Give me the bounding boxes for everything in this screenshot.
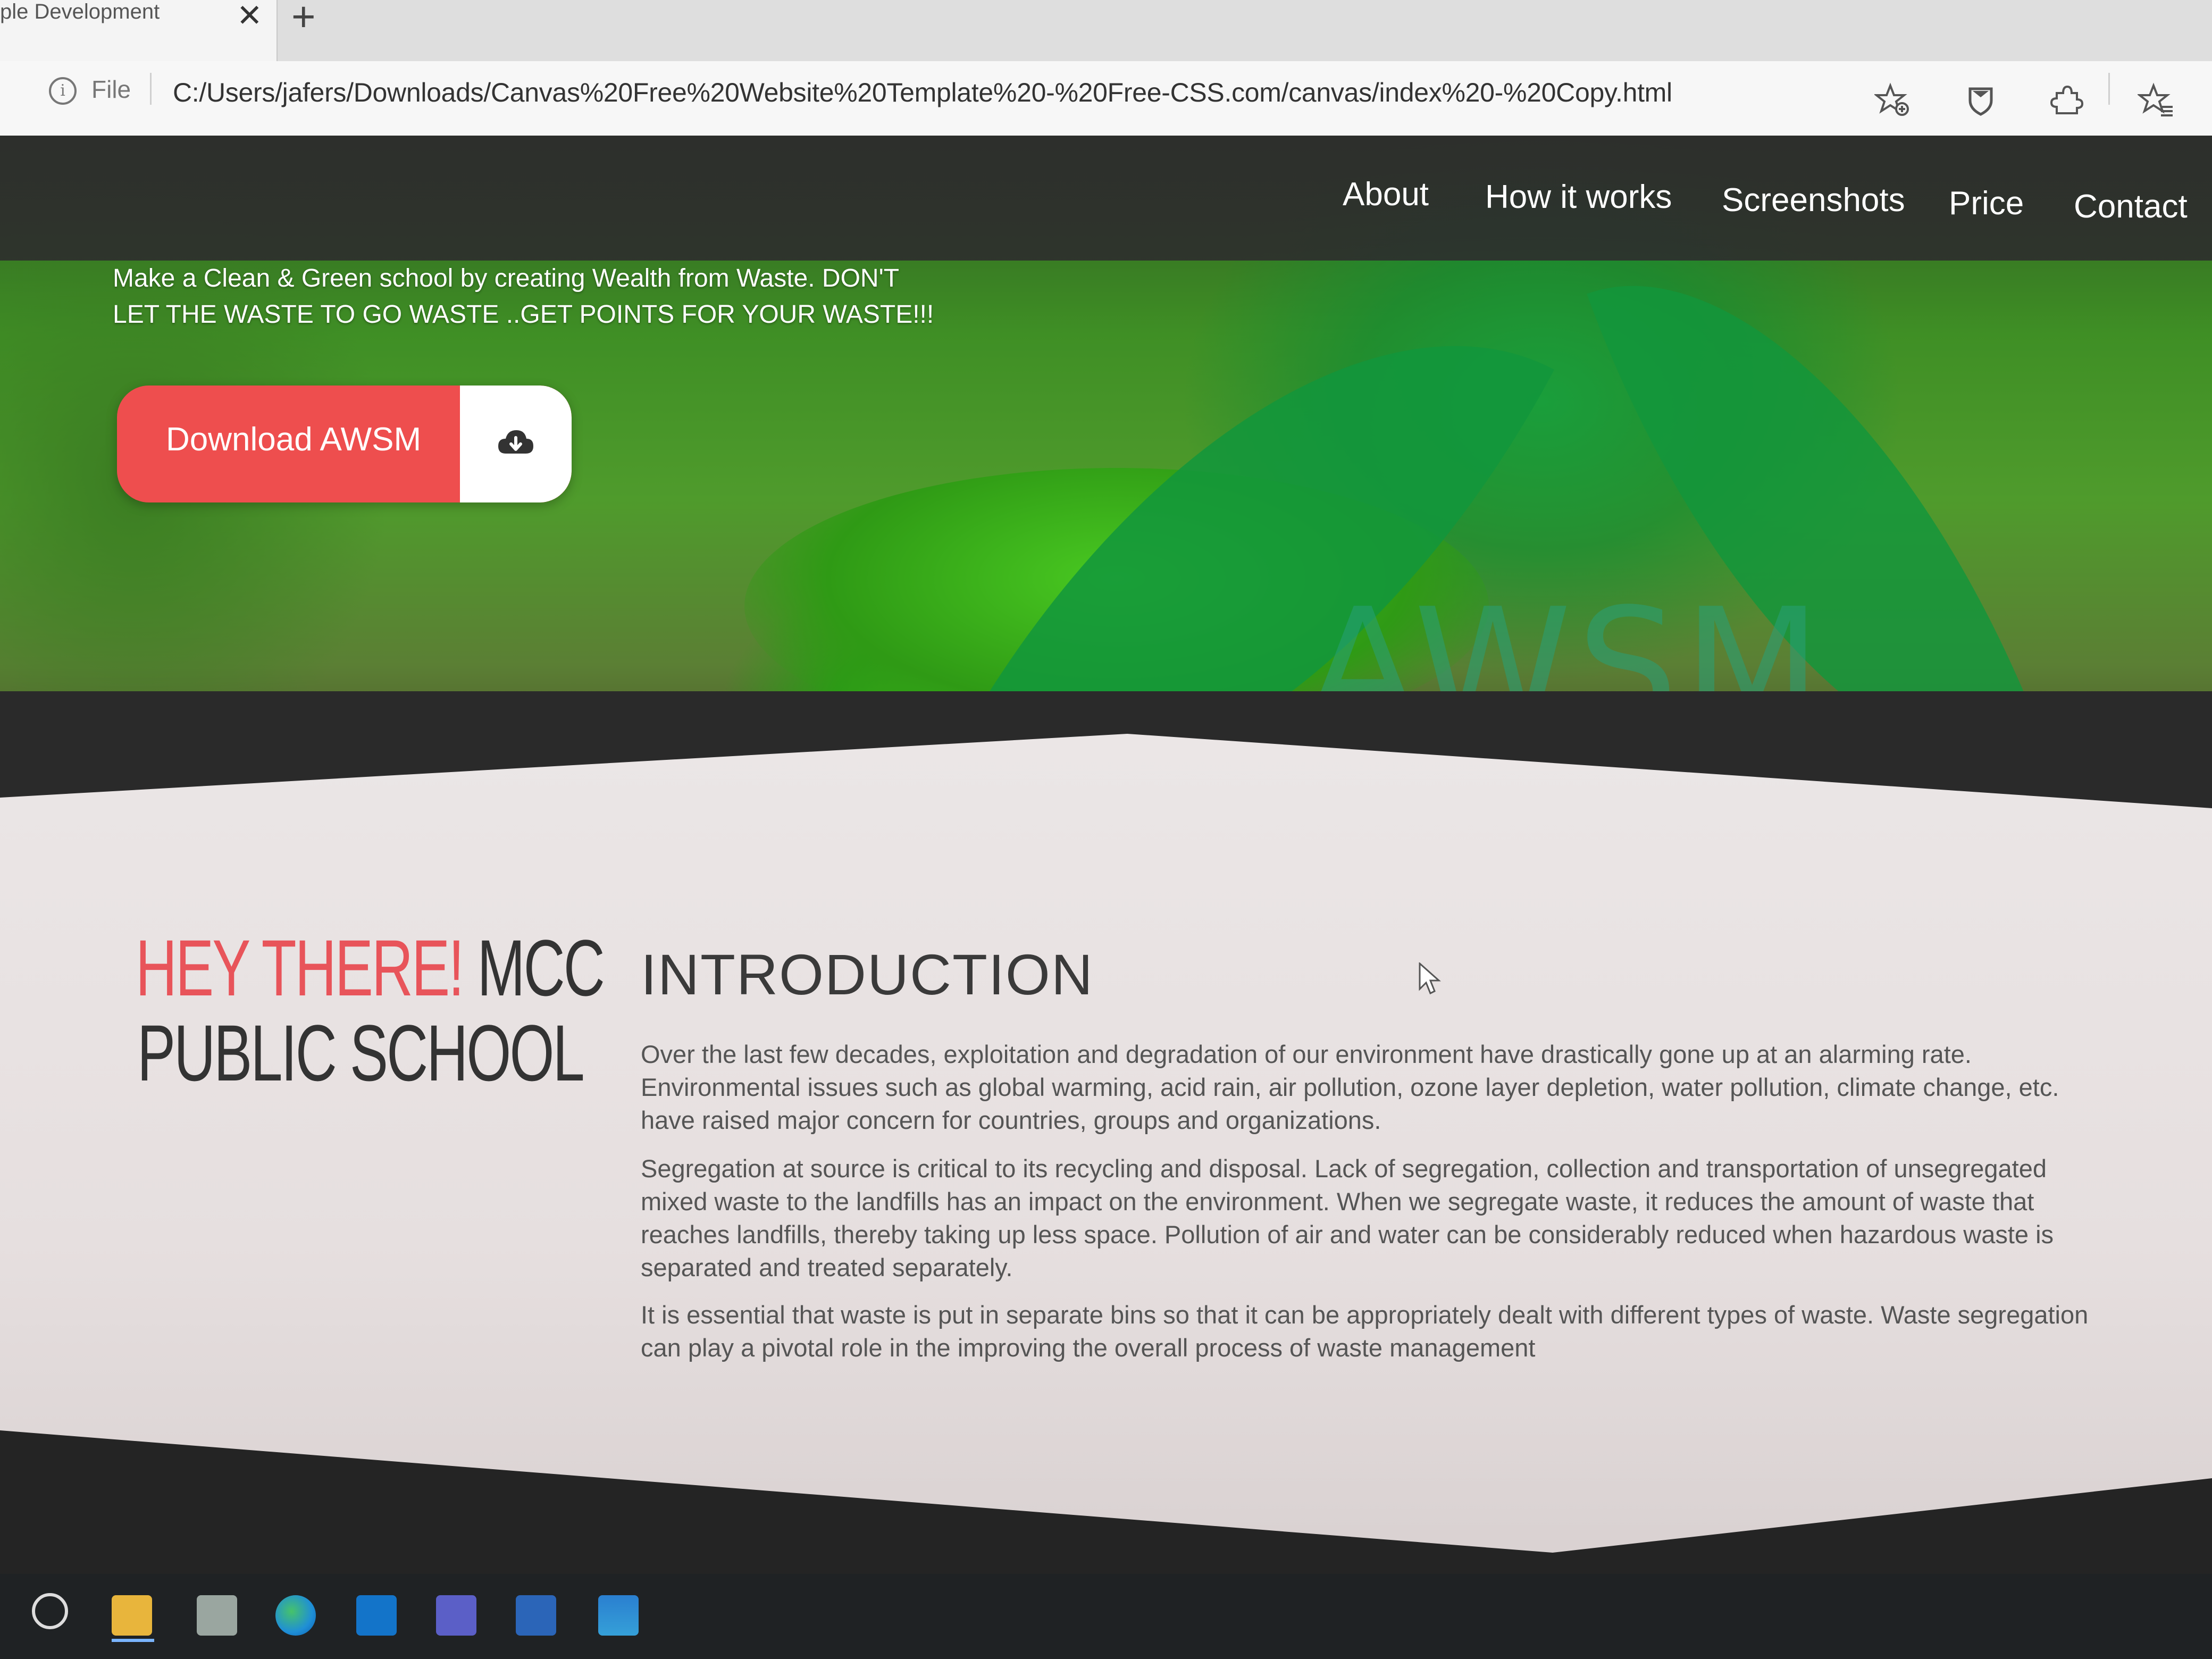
edge-icon[interactable] <box>275 1595 316 1636</box>
nav-about[interactable]: About <box>1343 175 1429 213</box>
hero-tagline-line1: Make a Clean & Green school by creating … <box>113 264 900 292</box>
hey-there-red: HEY THERE! <box>136 923 464 1012</box>
hey-there-school: MCC <box>477 923 605 1012</box>
nav-contact[interactable]: Contact <box>2074 188 2188 225</box>
tab-title: ple Development <box>0 0 160 23</box>
cloud-download-icon[interactable] <box>460 386 572 502</box>
browser-tab-strip: ple Development ✕ + <box>0 0 2212 61</box>
download-button-label: Download AWSM <box>166 421 422 458</box>
section-divider-edge <box>0 691 2212 808</box>
address-bar: i File C:/Users/jafers/Downloads/Canvas%… <box>0 61 2212 137</box>
nav-how-it-works[interactable]: How it works <box>1485 178 1672 216</box>
intro-paragraph-1: Over the last few decades, exploitation … <box>641 1040 2059 1134</box>
taskbar <box>0 1574 2212 1659</box>
introduction-heading: INTRODUCTION <box>641 942 1094 1007</box>
school-name-heading: PUBLIC SCHOOL <box>137 1008 585 1097</box>
outlook-icon[interactable] <box>356 1595 397 1636</box>
browser-tab[interactable]: ple Development ✕ <box>0 0 278 61</box>
address-separator <box>150 73 152 105</box>
favorites-icon[interactable] <box>2136 81 2175 119</box>
intro-paragraph-3: It is essential that waste is put in sep… <box>641 1301 2089 1362</box>
active-indicator <box>112 1639 154 1642</box>
intro-paragraph-2: Segregation at source is critical to its… <box>641 1154 2054 1281</box>
word-icon[interactable] <box>516 1595 556 1636</box>
toolbar-separator <box>2108 73 2110 105</box>
tab-close-icon[interactable]: ✕ <box>237 0 263 32</box>
mouse-cursor-icon <box>1419 962 1441 995</box>
teams-icon[interactable] <box>436 1595 476 1636</box>
hey-there-heading: HEY THERE! MCC <box>136 928 605 1008</box>
top-navigation: About How it works Screenshots Price Con… <box>0 136 2212 261</box>
file-label: File <box>91 76 131 103</box>
shield-icon[interactable] <box>1962 81 1999 119</box>
nav-screenshots[interactable]: Screenshots <box>1722 181 1905 219</box>
file-explorer-icon[interactable] <box>112 1595 152 1636</box>
photos-icon[interactable] <box>598 1595 639 1636</box>
extensions-icon[interactable] <box>2047 81 2084 119</box>
hero-tagline-line2: LET THE WASTE TO GO WASTE ..GET POINTS F… <box>113 300 934 329</box>
nav-price[interactable]: Price <box>1949 185 2024 222</box>
add-favorite-icon[interactable] <box>1873 81 1912 119</box>
screen: ple Development ✕ + i File C:/Users/jafe… <box>0 0 2212 1659</box>
url-field[interactable]: C:/Users/jafers/Downloads/Canvas%20Free%… <box>173 77 1672 108</box>
info-icon[interactable]: i <box>49 77 77 105</box>
hero-tagline: Make a Clean & Green school by creating … <box>113 261 942 333</box>
app-icon[interactable] <box>197 1595 237 1636</box>
search-circle-icon[interactable] <box>32 1593 68 1629</box>
download-awsm-button[interactable]: Download AWSM <box>117 386 572 502</box>
new-tab-icon[interactable]: + <box>291 0 316 41</box>
